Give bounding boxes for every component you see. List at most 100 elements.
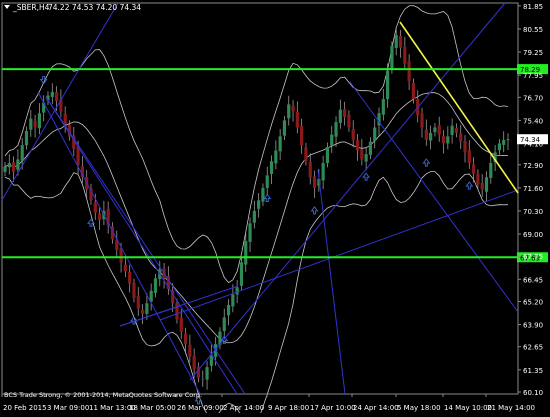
price-tick-label: 60.10: [523, 389, 543, 397]
candle-body: [295, 111, 299, 128]
candle-body: [265, 175, 269, 188]
candle-body: [7, 162, 11, 168]
candle-body: [489, 162, 493, 178]
candle-body: [398, 35, 403, 48]
candle-body: [50, 91, 54, 97]
candle-body: [93, 202, 97, 213]
candle-body: [252, 210, 256, 223]
candle-body: [128, 271, 132, 284]
candle-body: [386, 70, 390, 100]
candle-body: [343, 109, 347, 117]
candle-body: [407, 61, 411, 82]
candle-body: [308, 161, 312, 178]
price-tick-label: 76.70: [523, 94, 543, 102]
candle-body: [3, 166, 7, 172]
time-tick-label: 26 Mar 09:00: [177, 404, 224, 412]
price-tick-label: 79.25: [523, 49, 543, 57]
candle-body: [394, 35, 398, 48]
current-price-label: 74.34: [520, 136, 541, 144]
candle-body: [136, 295, 140, 309]
time-tick-label: 14 May 10:00: [444, 404, 492, 412]
price-tick-label: 62.65: [523, 344, 543, 352]
candle-body: [188, 344, 192, 357]
candle-body: [24, 131, 29, 146]
candle-body: [429, 132, 433, 141]
candle-body: [153, 278, 158, 293]
price-tick-label: 81.85: [523, 3, 543, 11]
candle-body: [278, 136, 282, 152]
candle-body: [360, 149, 364, 160]
candle-body: [291, 105, 295, 112]
candle-body: [321, 162, 325, 181]
price-tick-label: 72.90: [523, 162, 543, 170]
candle-body: [424, 129, 428, 140]
candle-body: [20, 145, 24, 161]
candle-body: [347, 114, 351, 128]
time-tick-label: 17 Apr 10:00: [310, 404, 356, 412]
price-tick-label: 67.75: [523, 253, 543, 261]
candle-body: [183, 333, 188, 345]
candle-body: [29, 118, 33, 130]
price-chart[interactable]: 78.29 67.69 81.85 80.55 79.25 77.95 76.70 75.4…: [0, 0, 550, 417]
candle-body: [390, 45, 394, 70]
candle-body: [467, 150, 471, 163]
candle-body: [437, 125, 441, 135]
candle-body: [441, 136, 446, 144]
candle-body: [145, 303, 149, 314]
time-tick-label: 3 Mar 09:00: [47, 404, 89, 412]
candle-body: [355, 139, 360, 151]
price-tick-label: 61.35: [523, 367, 543, 375]
time-tick-label: 5 May 18:00: [397, 404, 441, 412]
price-tick-label: 71.60: [523, 185, 543, 193]
candle-body: [433, 127, 437, 133]
price-tick-label: 80.55: [523, 26, 543, 34]
candle-body: [11, 162, 16, 172]
symbol-header: _SBER,H4 74.22 74.53 74.20 74.34: [4, 3, 141, 12]
price-tick-label: 70.30: [523, 208, 543, 216]
candle-body: [175, 303, 179, 320]
candle-body: [140, 309, 145, 314]
time-tick-label: 2 Apr 14:00: [223, 404, 264, 412]
candle-body: [484, 177, 489, 192]
candle-body: [304, 147, 308, 162]
candle-body: [459, 133, 463, 142]
time-tick-label: 24 Apr 14:00: [353, 404, 399, 412]
candle-body: [244, 241, 248, 265]
price-tick-label: 65.20: [523, 298, 543, 306]
candle-body: [205, 367, 209, 380]
candle-body: [463, 140, 467, 153]
candle-body: [454, 127, 459, 133]
candle-body: [192, 355, 196, 369]
time-tick-label: 20 Feb 2015: [3, 404, 47, 412]
candle-body: [334, 122, 338, 137]
chart-canvas[interactable]: 78.2967.69 81.8580.5579.2577.9576.7075.4…: [0, 0, 550, 417]
candle-body: [179, 317, 183, 332]
candle-body: [351, 128, 355, 140]
candle-body: [287, 104, 291, 119]
candle-body: [338, 109, 342, 123]
symbol-label: _SBER,H4: [12, 3, 50, 12]
price-tick-label: 75.40: [523, 117, 543, 125]
candle-body: [201, 379, 205, 381]
candle-body: [446, 136, 450, 144]
candle-body: [231, 294, 235, 307]
candle-body: [274, 150, 278, 164]
candle-body: [97, 213, 102, 220]
copyright-text: BCS Trade Strong, © 2001-2014, MetaQuote…: [4, 391, 202, 399]
candle-body: [497, 143, 502, 151]
price-tick-label: 66.45: [523, 276, 543, 284]
candle-body: [476, 173, 480, 185]
candle-body: [226, 305, 231, 316]
candle-body: [16, 159, 20, 170]
ohlc-label: 74.22 74.53 74.20 74.34: [48, 3, 141, 12]
candle-body: [312, 176, 317, 188]
price-tick-label: 69.00: [523, 231, 543, 239]
price-tick-label: 63.90: [523, 322, 543, 330]
candle-body: [472, 164, 476, 174]
candle-body: [37, 113, 41, 129]
candle-body: [420, 113, 424, 128]
candle-body: [381, 99, 385, 115]
candle-body: [506, 139, 510, 141]
candle-body: [63, 113, 67, 124]
time-tick-label: 18 Mar 05:00: [129, 404, 176, 412]
